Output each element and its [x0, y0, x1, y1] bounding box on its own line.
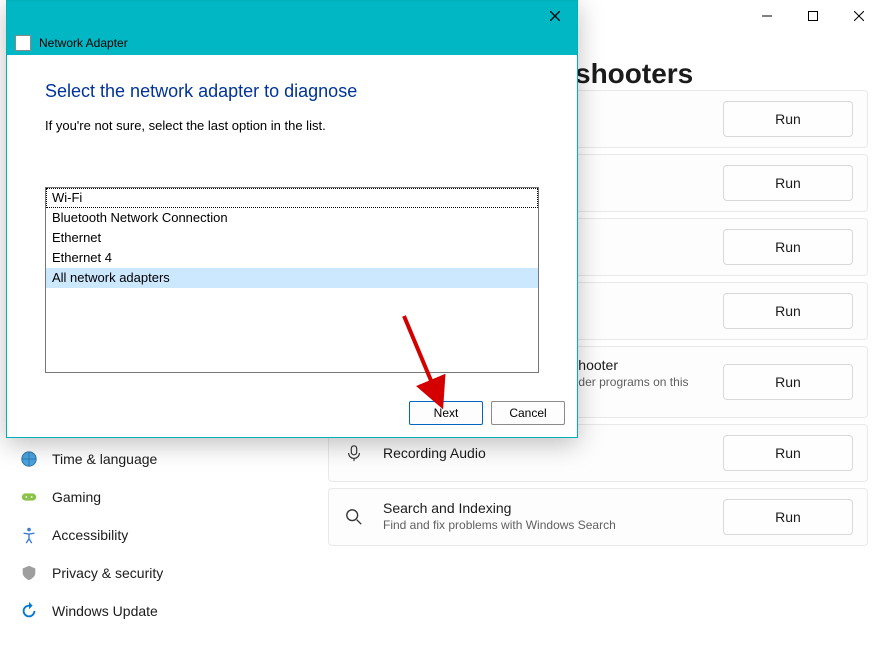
run-button[interactable]: Run: [723, 229, 853, 265]
adapter-option[interactable]: Bluetooth Network Connection: [46, 208, 538, 228]
window-controls: [744, 0, 882, 32]
settings-sidebar: Time & language Gaming Accessibility Pri…: [10, 440, 300, 630]
troubleshooter-title: Search and Indexing: [383, 500, 723, 516]
sidebar-item-gaming[interactable]: Gaming: [10, 478, 300, 516]
adapter-option[interactable]: Ethernet: [46, 228, 538, 248]
run-button[interactable]: Run: [723, 435, 853, 471]
maximize-button[interactable]: [790, 0, 836, 32]
adapter-listbox[interactable]: Wi-Fi Bluetooth Network Connection Ether…: [45, 187, 539, 373]
dialog-titlebar[interactable]: [7, 1, 577, 31]
dialog-close-button[interactable]: [532, 1, 577, 31]
troubleshooter-title: Recording Audio: [383, 445, 723, 461]
clock-globe-icon: [20, 450, 38, 468]
dialog-header: Network Adapter: [7, 31, 577, 55]
minimize-button[interactable]: [744, 0, 790, 32]
dialog-heading: Select the network adapter to diagnose: [45, 81, 539, 102]
accessibility-icon: [20, 526, 38, 544]
run-button[interactable]: Run: [723, 293, 853, 329]
troubleshooter-desc: Find and fix problems with Windows Searc…: [383, 518, 723, 534]
sidebar-item-label: Windows Update: [52, 603, 158, 619]
dialog-instruction: If you're not sure, select the last opti…: [45, 118, 539, 133]
sidebar-item-accessibility[interactable]: Accessibility: [10, 516, 300, 554]
network-adapter-dialog: Network Adapter Select the network adapt…: [6, 0, 578, 438]
run-button[interactable]: Run: [723, 499, 853, 535]
adapter-option[interactable]: All network adapters: [46, 268, 538, 288]
adapter-option[interactable]: Ethernet 4: [46, 248, 538, 268]
cancel-button[interactable]: Cancel: [491, 401, 565, 425]
sidebar-item-label: Gaming: [52, 489, 101, 505]
sidebar-item-time-language[interactable]: Time & language: [10, 440, 300, 478]
update-icon: [20, 602, 38, 620]
mic-icon: [343, 442, 365, 464]
gamepad-icon: [20, 488, 38, 506]
sidebar-item-label: Accessibility: [52, 527, 128, 543]
troubleshooter-card-search-indexing[interactable]: Search and Indexing Find and fix problem…: [328, 488, 868, 546]
app-icon: [15, 35, 31, 51]
close-button[interactable]: [836, 0, 882, 32]
search-icon: [343, 506, 365, 528]
sidebar-item-label: Privacy & security: [52, 565, 163, 581]
sidebar-item-windows-update[interactable]: Windows Update: [10, 592, 300, 630]
sidebar-item-label: Time & language: [52, 451, 157, 467]
dialog-title: Network Adapter: [39, 36, 128, 50]
run-button[interactable]: Run: [723, 101, 853, 137]
run-button[interactable]: Run: [723, 364, 853, 400]
run-button[interactable]: Run: [723, 165, 853, 201]
sidebar-item-privacy-security[interactable]: Privacy & security: [10, 554, 300, 592]
shield-icon: [20, 564, 38, 582]
adapter-option[interactable]: Wi-Fi: [46, 188, 538, 208]
next-button[interactable]: Next: [409, 401, 483, 425]
